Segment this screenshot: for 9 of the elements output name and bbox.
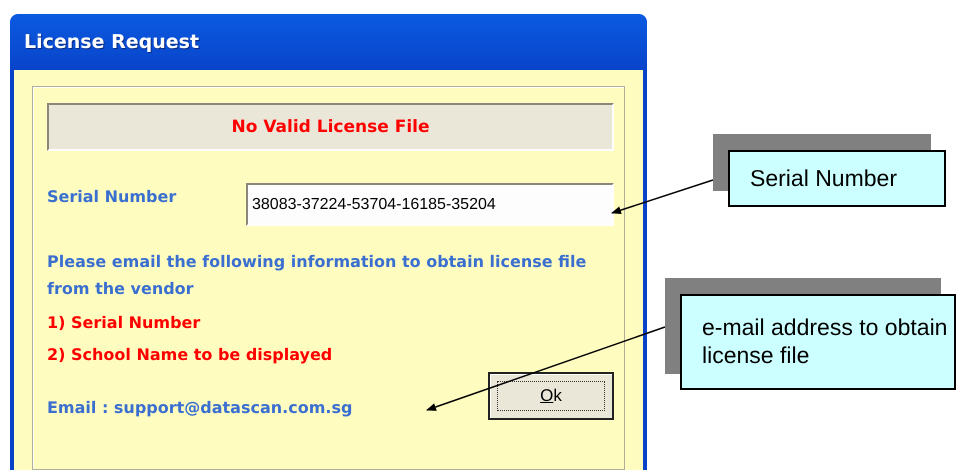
serial-number-field[interactable]: 38083-37224-53704-16185-35204 (246, 183, 614, 226)
serial-number-label: Serial Number (47, 187, 176, 206)
requirement-text: 1) Serial Number (47, 313, 200, 332)
status-banner: No Valid License File (47, 103, 614, 151)
requirement-text: 2) School Name to be displayed (47, 345, 332, 364)
window-title: License Request (23, 30, 200, 55)
email-text: Email : support@datascan.com.sg (47, 398, 352, 416)
ok-button[interactable]: Ok (488, 372, 614, 420)
instructions-text: Please email the following information to obtain license file from the vendor (47, 251, 587, 300)
